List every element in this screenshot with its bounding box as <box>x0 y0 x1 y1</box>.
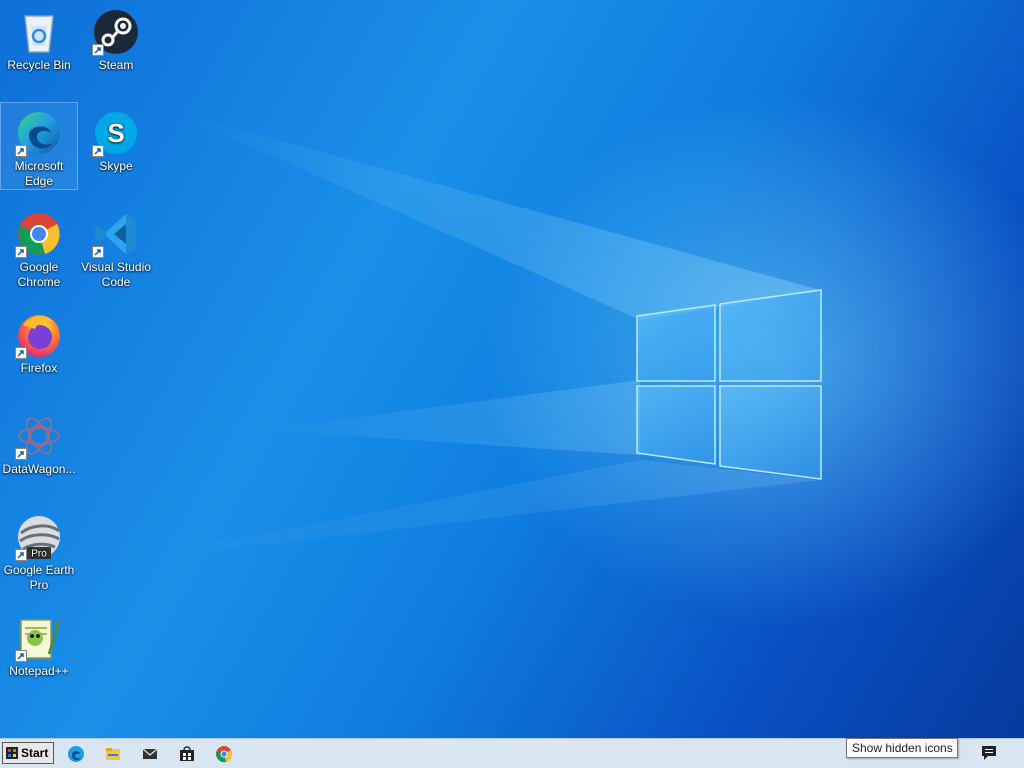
shortcut-arrow-icon <box>15 448 27 460</box>
start-button[interactable]: Start <box>2 742 54 764</box>
desktop-icon-label: Recycle Bin <box>7 58 71 72</box>
shortcut-arrow-icon <box>15 650 27 662</box>
taskbar-edge[interactable] <box>65 743 87 765</box>
shortcut-arrow-icon <box>15 246 27 258</box>
edge-icon <box>68 746 84 762</box>
taskbar-mail[interactable] <box>139 743 161 765</box>
svg-text:S: S <box>107 118 124 148</box>
mail-icon <box>142 748 158 759</box>
desktop-icon-label: Microsoft Edge <box>14 159 64 188</box>
taskbar-chrome[interactable] <box>213 743 235 765</box>
pro-badge: Pro <box>31 549 47 560</box>
desktop-icon-label: Visual Studio Code <box>81 260 151 289</box>
desktop[interactable]: Recycle Bin Steam Microsoft Edge S Skype… <box>0 0 1024 738</box>
desktop-icon-datawagon[interactable]: DataWagon... <box>1 406 77 477</box>
recycle-bin-icon <box>24 15 54 53</box>
chrome-icon <box>216 746 233 763</box>
desktop-icon-label: Notepad++ <box>9 664 69 678</box>
store-icon <box>180 746 194 761</box>
desktop-icon-firefox[interactable]: Firefox <box>1 305 77 376</box>
desktop-icon-label: Google Earth Pro <box>3 563 75 592</box>
start-label: Start <box>21 746 49 760</box>
desktop-icon-recycle-bin[interactable]: Recycle Bin <box>1 2 77 73</box>
desktop-icon-visual-studio-code[interactable]: Visual Studio Code <box>78 204 154 290</box>
desktop-icon-google-chrome[interactable]: Google Chrome <box>1 204 77 290</box>
shortcut-arrow-icon <box>92 246 104 258</box>
desktop-icon-label: Firefox <box>20 361 58 375</box>
desktop-icon-label: Steam <box>98 58 134 72</box>
shortcut-arrow-icon <box>92 44 104 56</box>
taskbar-store[interactable] <box>176 743 198 765</box>
desktop-icon-skype[interactable]: S Skype <box>78 103 154 174</box>
desktop-icon-google-earth-pro[interactable]: Pro Google Earth Pro <box>1 507 77 593</box>
file-explorer-icon <box>106 748 120 760</box>
shortcut-arrow-icon <box>15 549 27 561</box>
desktop-icon-label: Skype <box>99 159 133 173</box>
shortcut-arrow-icon <box>92 145 104 157</box>
start-icon <box>6 747 18 759</box>
desktop-icon-microsoft-edge[interactable]: Microsoft Edge <box>0 102 78 190</box>
desktop-icon-steam[interactable]: Steam <box>78 2 154 73</box>
desktop-icon-label: Google Chrome <box>17 260 61 289</box>
show-hidden-icons-tooltip: Show hidden icons <box>846 738 958 758</box>
action-center-button[interactable] <box>980 744 1002 764</box>
shortcut-arrow-icon <box>15 347 27 359</box>
shortcut-arrow-icon <box>15 145 27 157</box>
taskbar-file-explorer[interactable] <box>102 743 124 765</box>
desktop-icon-notepadpp[interactable]: Notepad++ <box>1 608 77 679</box>
action-center-icon <box>982 746 996 760</box>
desktop-icon-label: DataWagon... <box>2 462 76 476</box>
